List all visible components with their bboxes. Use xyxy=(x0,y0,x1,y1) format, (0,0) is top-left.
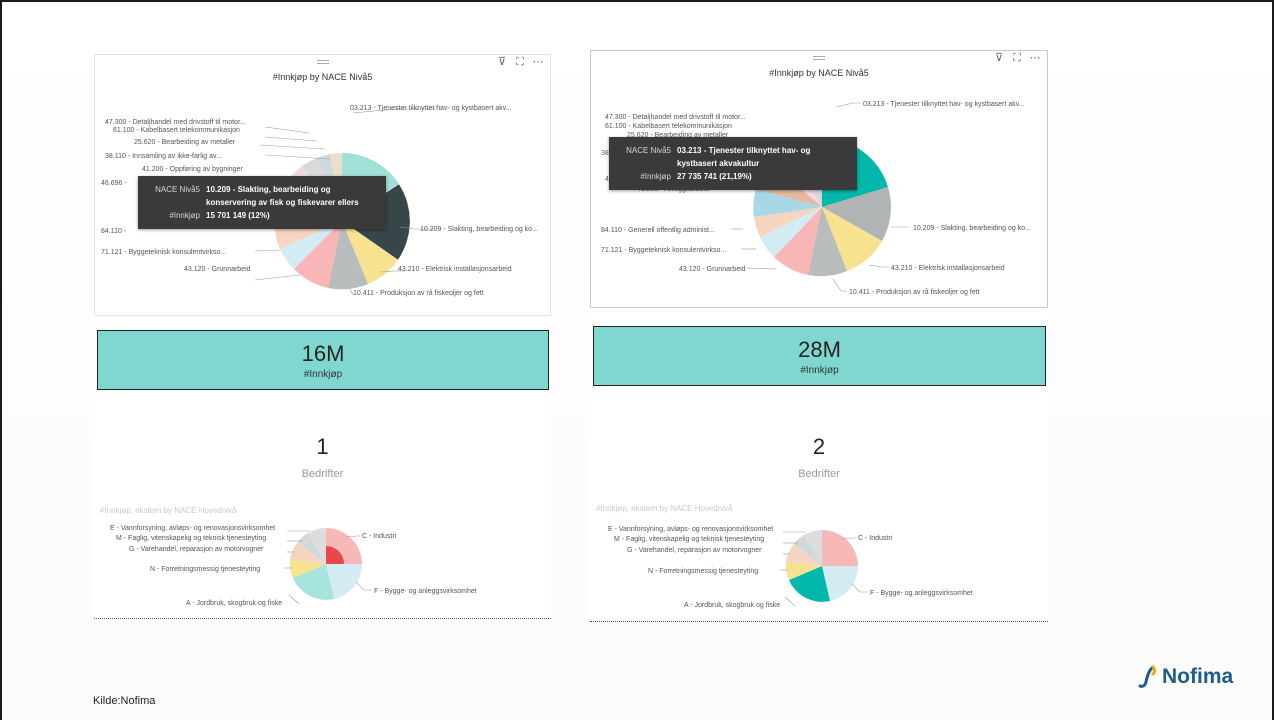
slice-c-industri[interactable] xyxy=(822,530,858,566)
report-panel-left: ⊽ ⛶ ⋯ #Innkjøp by NACE Nivå5 03.213 - Tj… xyxy=(94,54,551,619)
small-pie-chart-right[interactable]: E - Vannforsyning, avløps- og renovasjon… xyxy=(590,50,1048,622)
nofima-logo-text: Nofima xyxy=(1162,665,1234,688)
panel-bottom-edge xyxy=(590,621,1048,622)
small-label-g: G - Varehandel, reparasjon av motorvogne… xyxy=(129,546,264,553)
small-label-e: E - Vannforsyning, avløps- og renovasjon… xyxy=(110,525,275,532)
small-label-m: M - Faglig, vitenskapelig og teknisk tje… xyxy=(614,536,764,543)
small-label-n: N - Forretningsmessig tjenesteyting xyxy=(150,566,260,573)
small-label-f: F - Bygge- og anleggsvirksomhet xyxy=(870,590,973,597)
report-panel-right: ⊽ ⛶ ⋯ #Innkjøp by NACE Nivå5 03.213 - Tj… xyxy=(590,50,1048,622)
nofima-logo-mark xyxy=(1138,665,1156,688)
small-label-f: F - Bygge- og anleggsvirksomhet xyxy=(374,588,477,595)
small-label-g: G - Varehandel, reparasjon av motorvogne… xyxy=(627,547,762,554)
small-label-c: C - Industri xyxy=(858,535,893,542)
panel-bottom-edge xyxy=(94,618,551,619)
small-label-e: E - Vannforsyning, avløps- og renovasjon… xyxy=(608,526,773,533)
small-label-a: A - Jordbruk, skogbruk og fiske xyxy=(684,602,780,609)
small-pie-chart-left[interactable]: E - Vannforsyning, avløps- og renovasjon… xyxy=(94,54,551,619)
source-caption: Kilde:Nofima xyxy=(93,695,156,707)
nofima-logo: Nofima xyxy=(1138,665,1233,689)
small-label-m: M - Faglig, vitenskapelig og teknisk tje… xyxy=(116,535,266,542)
small-label-a: A - Jordbruk, skogbruk og fiske xyxy=(186,600,282,607)
small-label-n: N - Forretningsmessig tjenesteyting xyxy=(648,568,758,575)
small-label-c: C - Industri xyxy=(362,533,397,540)
